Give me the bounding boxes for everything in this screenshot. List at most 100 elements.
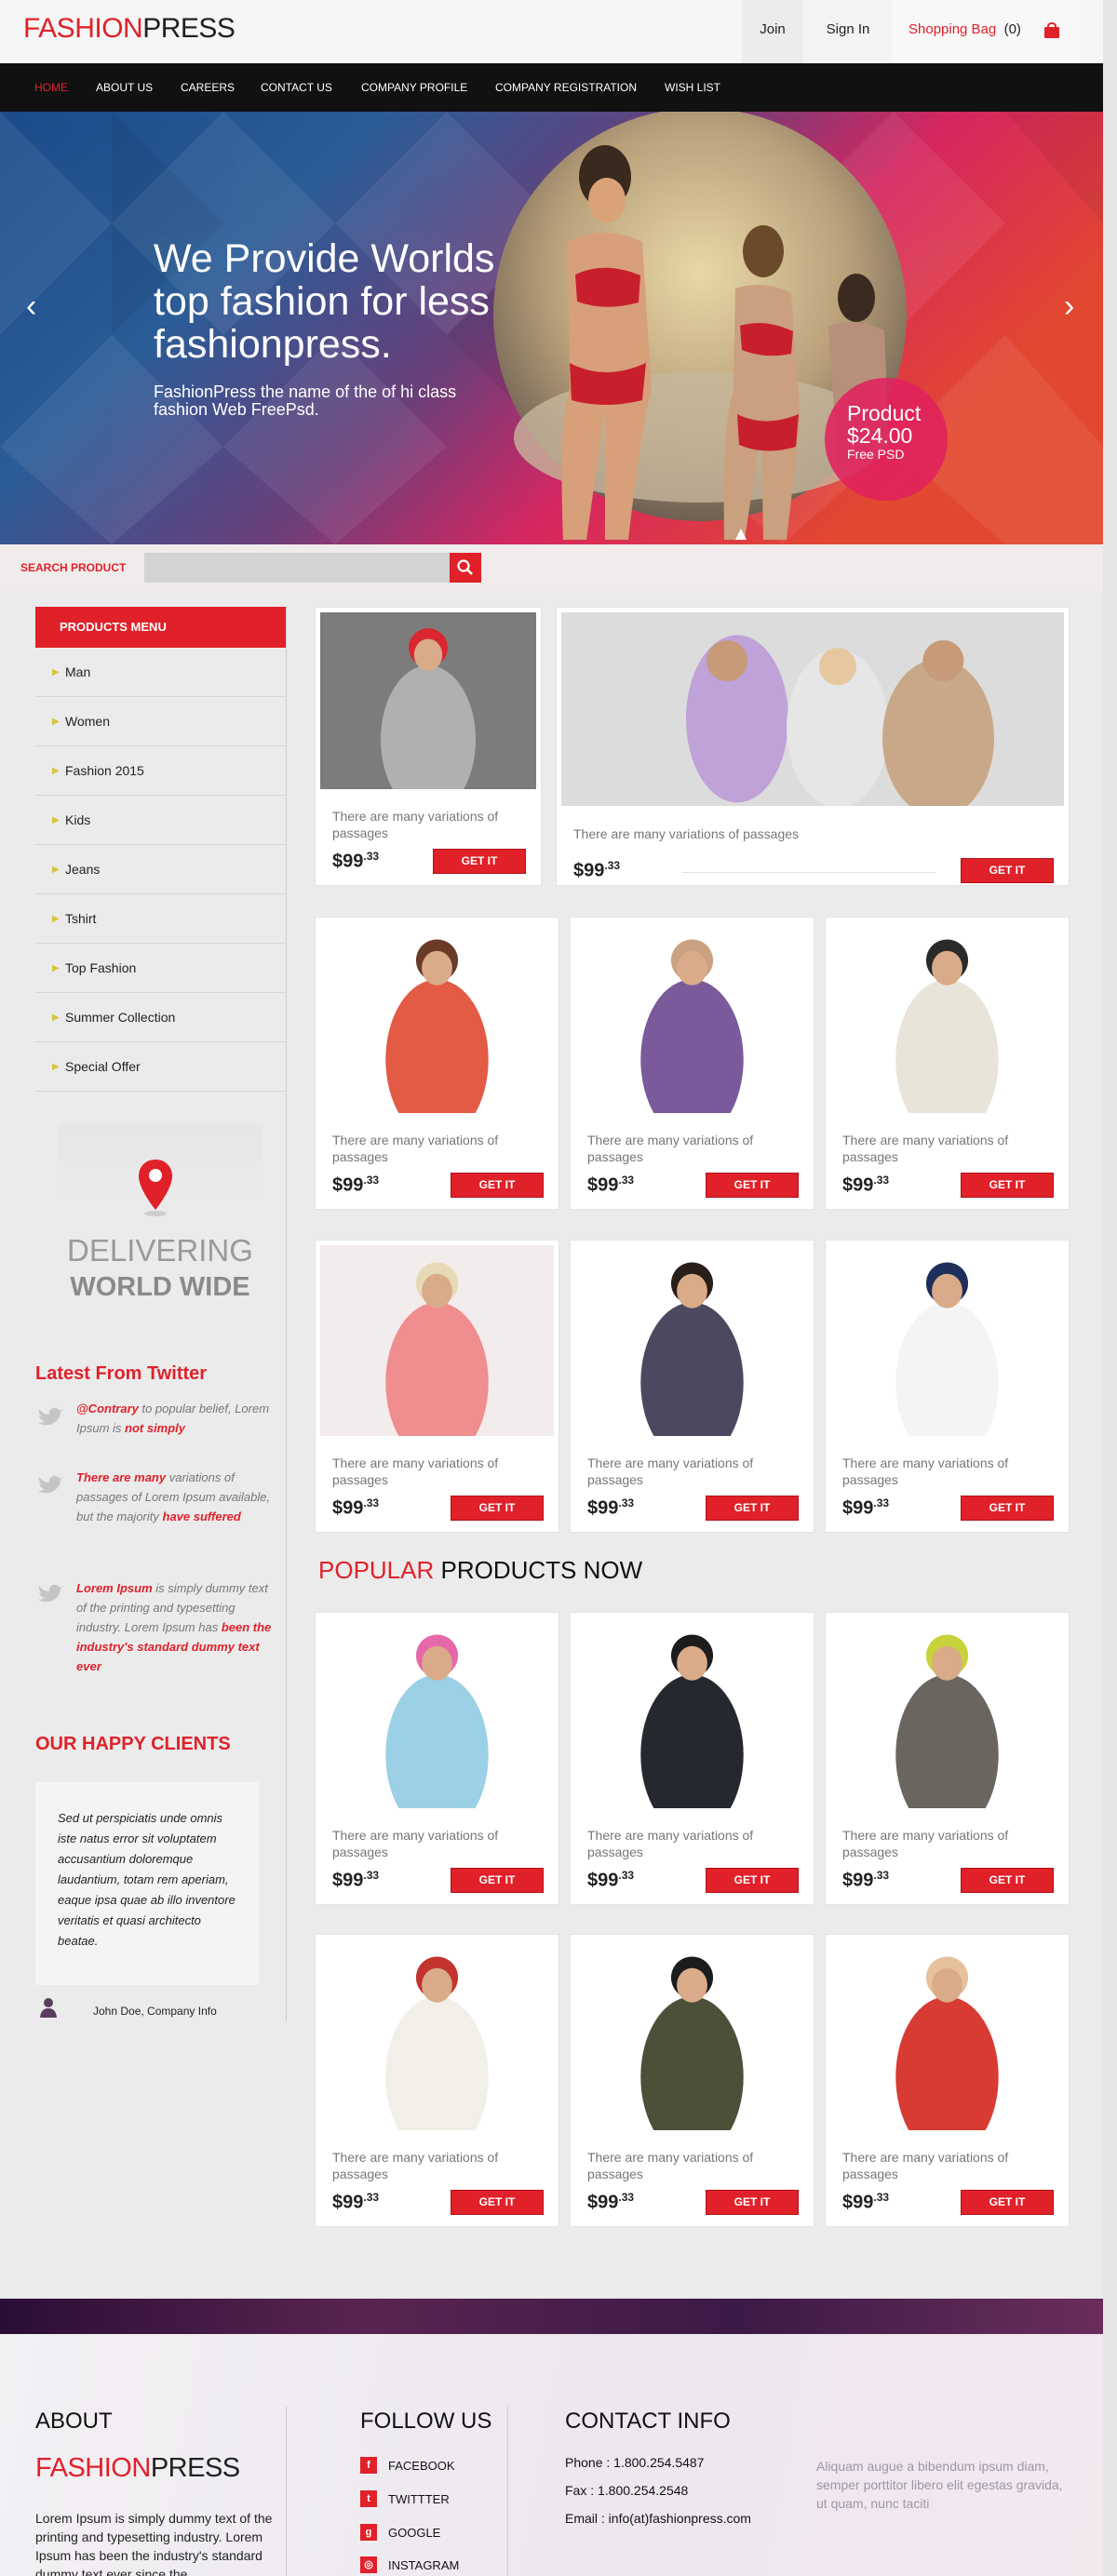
join-link[interactable]: Join [742, 0, 803, 63]
google-plus-icon[interactable]: g [360, 2524, 377, 2541]
tweet-2-link[interactable]: There are many [76, 1470, 166, 1484]
product-image[interactable] [320, 922, 554, 1113]
product-card[interactable]: There are many variations of passages $99… [315, 1934, 559, 2227]
footer-band [0, 2299, 1103, 2334]
nav-company-registration[interactable]: COMPANY REGISTRATION [495, 63, 637, 112]
menu-item-man[interactable]: ▶ Man [35, 648, 287, 697]
product-card[interactable]: There are many variations of passages $99… [570, 1612, 814, 1905]
tweet-3-link[interactable]: Lorem Ipsum [76, 1581, 153, 1595]
get-it-button[interactable]: GET IT [961, 2190, 1054, 2215]
product-image[interactable] [320, 1939, 554, 2130]
scrollbar[interactable] [1103, 0, 1117, 2576]
tweet-3: Lorem Ipsum is simply dummy text of the … [76, 1578, 281, 1676]
menu-item-summer-collection[interactable]: ▶ Summer Collection [35, 993, 287, 1042]
menu-item-top-fashion[interactable]: ▶ Top Fashion [35, 944, 287, 993]
get-it-button[interactable]: GET IT [706, 1173, 799, 1198]
get-it-button[interactable]: GET IT [706, 1868, 799, 1893]
get-it-button[interactable]: GET IT [433, 849, 526, 874]
hero-next-arrow[interactable]: › [1064, 288, 1074, 325]
product-image[interactable] [830, 1939, 1064, 2130]
social-facebook[interactable]: FACEBOOK [388, 2459, 455, 2473]
search-input[interactable] [144, 553, 450, 583]
nav-contact[interactable]: CONTACT US [261, 63, 332, 112]
logo-part-1: FASHION [23, 13, 143, 44]
nav-about[interactable]: ABOUT US [96, 63, 153, 112]
hero-prev-arrow[interactable]: ‹ [26, 288, 36, 325]
footer-logo[interactable]: FASHIONPRESS [35, 2453, 240, 2484]
nav-company-profile[interactable]: COMPANY PROFILE [361, 63, 467, 112]
menu-item-special-offer[interactable]: ▶ Special Offer [35, 1042, 287, 1092]
get-it-button[interactable]: GET IT [706, 1496, 799, 1521]
social-instagram[interactable]: INSTAGRAM [388, 2558, 459, 2572]
product-image[interactable] [320, 612, 536, 789]
get-it-button[interactable]: GET IT [451, 1496, 544, 1521]
price-cents: .33 [363, 1174, 380, 1187]
product-image[interactable] [575, 1245, 809, 1436]
twitter-icon[interactable]: t [360, 2490, 377, 2507]
arrow-icon: ▶ [52, 766, 60, 776]
product-image[interactable] [830, 1245, 1064, 1436]
product-card[interactable]: There are many variations of passages $99… [315, 1240, 559, 1533]
product-image[interactable] [575, 922, 809, 1113]
nav-home[interactable]: HOME [34, 63, 68, 112]
tweet-2-link-2[interactable]: have suffered [163, 1509, 241, 1523]
arrow-icon: ▶ [52, 1062, 60, 1072]
get-it-button[interactable]: GET IT [451, 1868, 544, 1893]
product-image[interactable] [830, 1617, 1064, 1808]
get-it-button[interactable]: GET IT [706, 2190, 799, 2215]
product-card[interactable]: There are many variations of passages $99… [570, 917, 814, 1210]
product-image[interactable] [561, 612, 1064, 806]
get-it-button[interactable]: GET IT [961, 1496, 1054, 1521]
product-card[interactable]: There are many variations of passages $99… [315, 607, 542, 886]
facebook-icon[interactable]: f [360, 2457, 377, 2474]
menu-item-women[interactable]: ▶ Women [35, 697, 287, 746]
get-it-button[interactable]: GET IT [451, 1173, 544, 1198]
nav-wishlist[interactable]: WISH LIST [665, 63, 720, 112]
product-card[interactable]: There are many variations of passages $99… [825, 1934, 1070, 2227]
product-image[interactable] [575, 1617, 809, 1808]
price-cents: .33 [363, 850, 380, 863]
instagram-icon[interactable]: ◎ [360, 2556, 377, 2573]
nav-careers[interactable]: CAREERS [181, 63, 235, 112]
footer-divider [507, 2407, 508, 2576]
search-button[interactable] [450, 553, 481, 583]
menu-item-fashion-2015[interactable]: ▶ Fashion 2015 [35, 746, 287, 796]
social-google[interactable]: GOOGLE [388, 2526, 440, 2540]
product-image[interactable] [320, 1245, 554, 1436]
get-it-button[interactable]: GET IT [961, 1173, 1054, 1198]
get-it-button[interactable]: GET IT [451, 2190, 544, 2215]
product-price: $99.33 [842, 1869, 889, 1892]
product-card[interactable]: There are many variations of passages $99… [556, 607, 1070, 886]
get-it-button[interactable]: GET IT [961, 1868, 1054, 1893]
product-description: There are many variations of passages [842, 1828, 1009, 1859]
product-price: $99.33 [587, 2191, 634, 2214]
product-card[interactable]: There are many variations of passages $99… [825, 917, 1070, 1210]
price-cents: .33 [363, 1496, 380, 1509]
footer-email[interactable]: Email : info(at)fashionpress.com [565, 2511, 751, 2526]
menu-item-jeans[interactable]: ▶ Jeans [35, 845, 287, 894]
product-card[interactable]: There are many variations of passages $99… [570, 1240, 814, 1533]
product-card[interactable]: There are many variations of passages $99… [825, 1240, 1070, 1533]
product-card[interactable]: There are many variations of passages $99… [825, 1612, 1070, 1905]
site-logo[interactable]: FASHIONPRESS [23, 13, 236, 45]
product-card[interactable]: There are many variations of passages $99… [315, 917, 559, 1210]
product-image[interactable] [320, 1617, 554, 1808]
menu-item-kids[interactable]: ▶ Kids [35, 796, 287, 845]
footer-logo-part-1: FASHION [35, 2453, 151, 2483]
product-card[interactable]: There are many variations of passages $99… [315, 1612, 559, 1905]
product-image[interactable] [830, 922, 1064, 1113]
arrow-icon: ▶ [52, 667, 60, 678]
product-price: $99.33 [842, 1174, 889, 1197]
menu-item-tshirt[interactable]: ▶ Tshirt [35, 894, 287, 944]
footer-lorem: Aliquam augue a bibendum ipsum diam, sem… [816, 2459, 1063, 2511]
social-twitter[interactable]: TWITTTER [388, 2492, 450, 2506]
product-card[interactable]: There are many variations of passages $99… [570, 1934, 814, 2227]
signin-link[interactable]: Sign In [804, 0, 892, 63]
tweet-1-handle[interactable]: @Contrary [76, 1402, 139, 1415]
product-image[interactable] [575, 1939, 809, 2130]
tweet-1: @Contrary to popular belief, Lorem Ipsum… [76, 1399, 281, 1438]
get-it-button[interactable]: GET IT [961, 858, 1054, 883]
product-price: $99.33 [332, 1496, 379, 1520]
shopping-bag-icon[interactable] [1043, 22, 1060, 38]
tweet-1-link[interactable]: not simply [125, 1421, 185, 1435]
